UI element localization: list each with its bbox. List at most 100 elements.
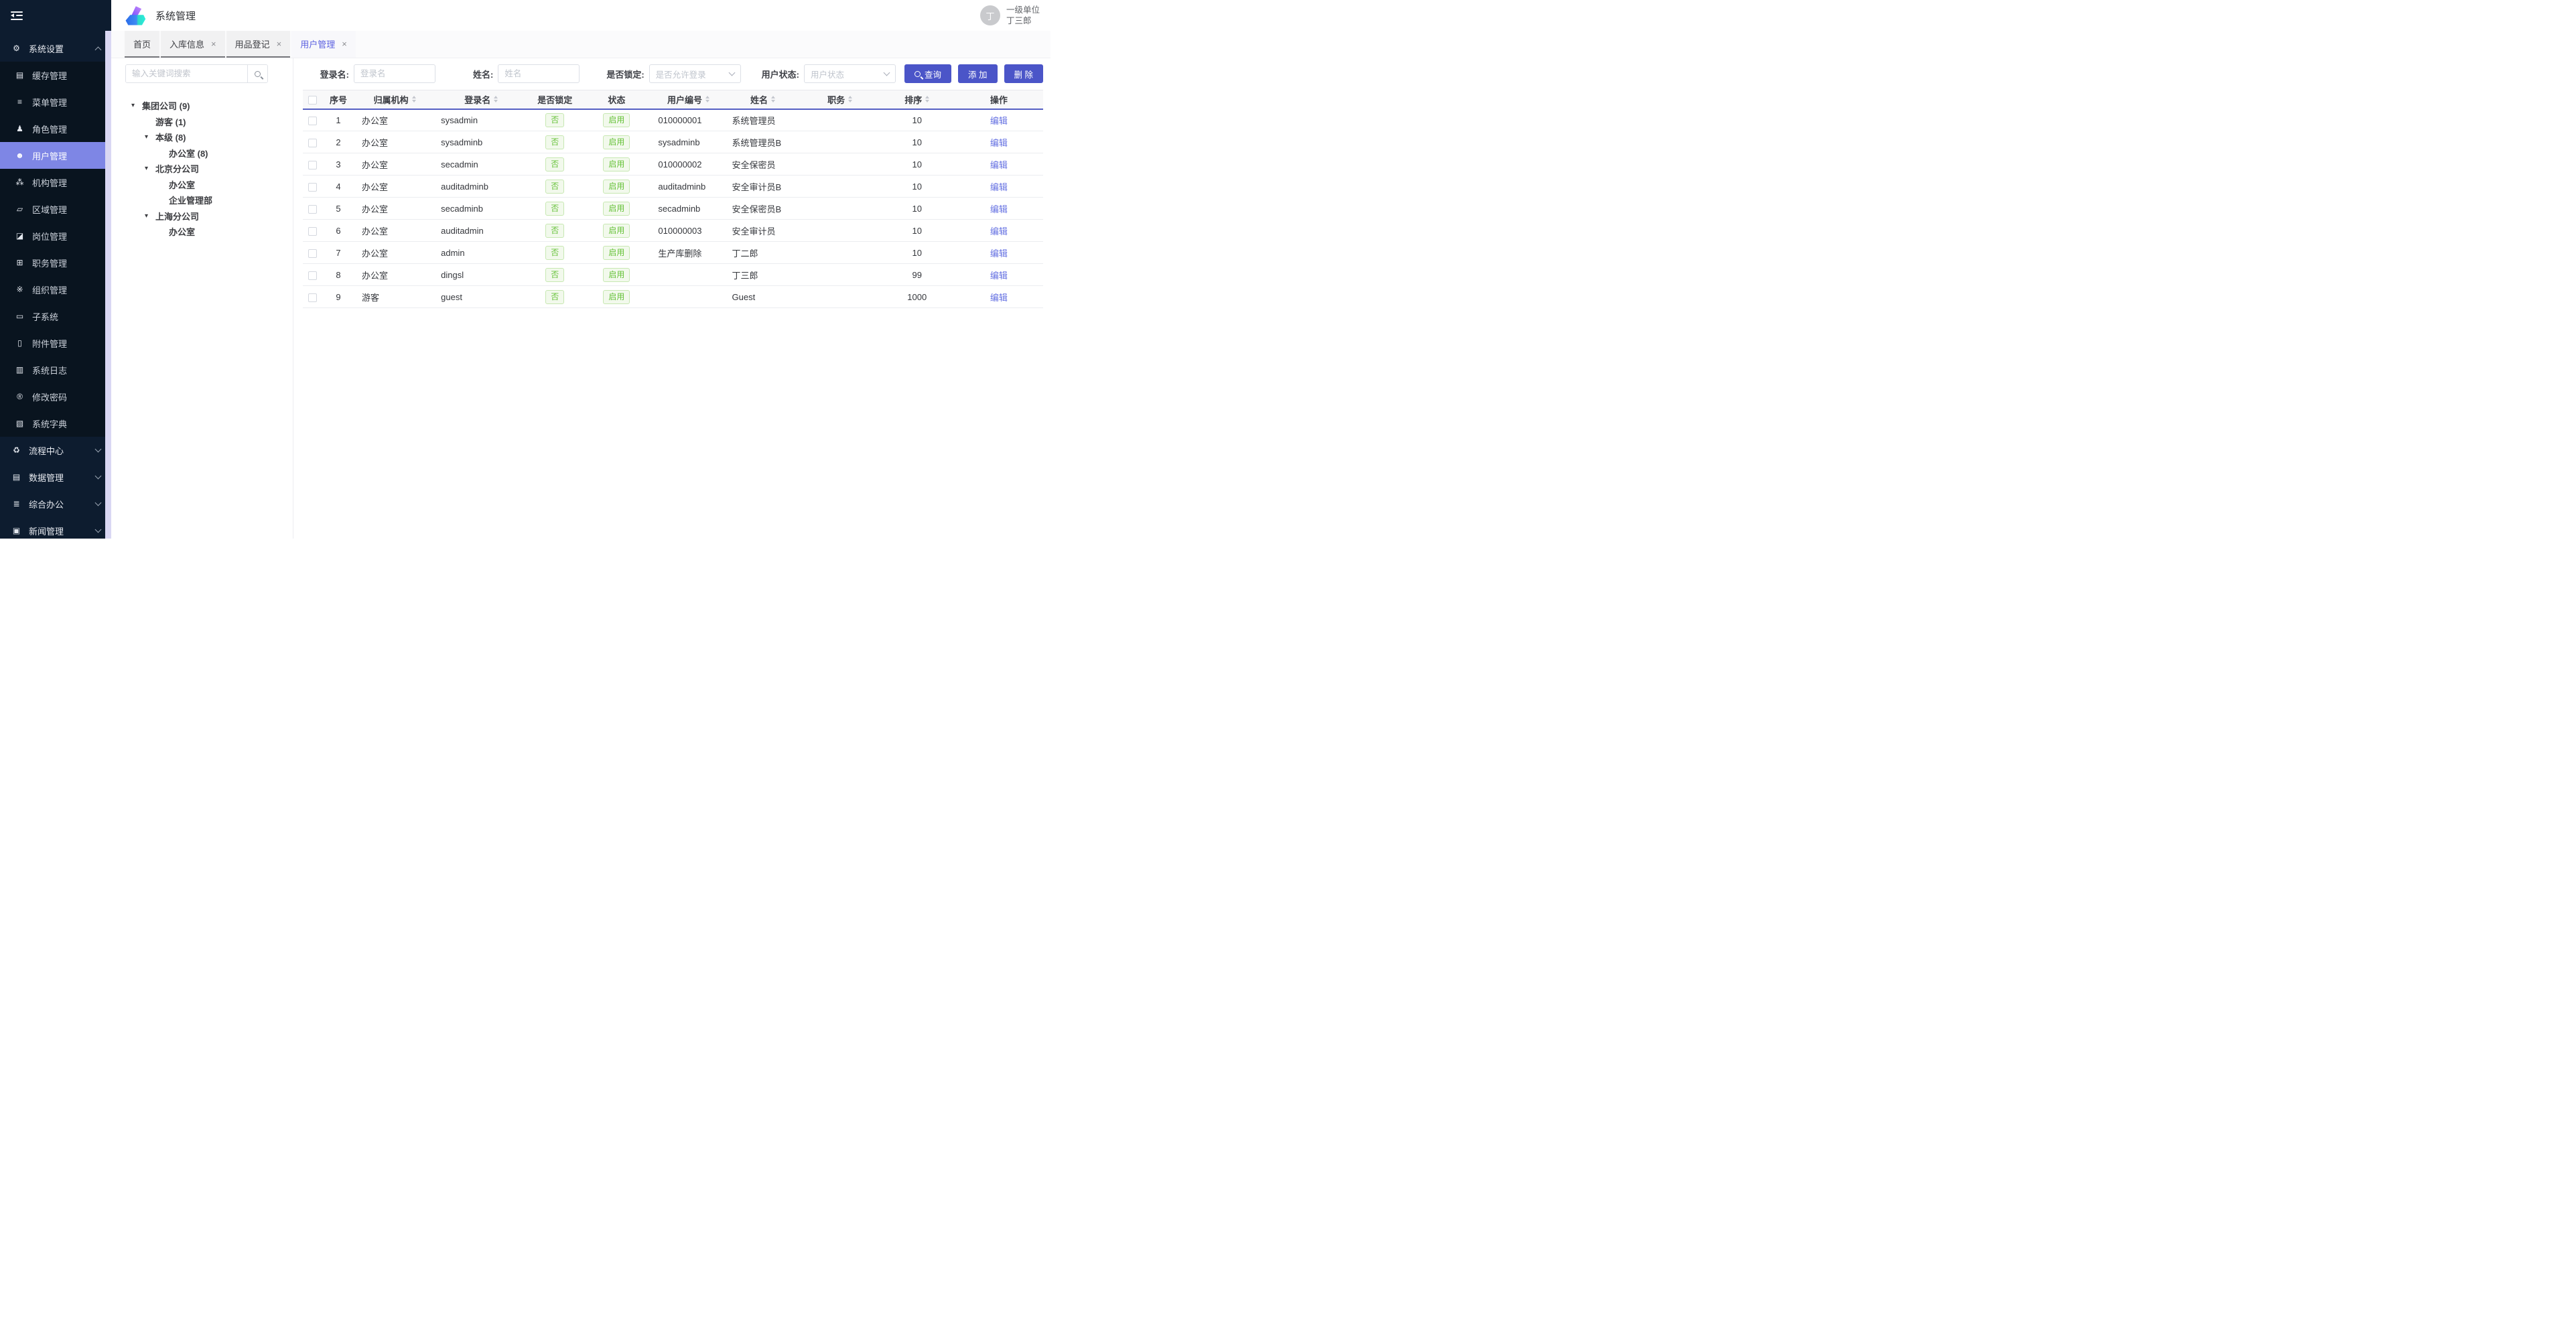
sidebar-item[interactable]: ≣ 综合办公 [0, 490, 111, 517]
sort-icon[interactable] [412, 96, 416, 102]
sidebar-item[interactable]: ▯ 附件管理 [0, 330, 111, 356]
column-header[interactable]: 状态 [582, 90, 651, 109]
tree-node-label: 本级 (8) [155, 131, 186, 143]
row-checkbox[interactable] [308, 183, 317, 192]
column-header[interactable]: 是否锁定 [528, 90, 582, 109]
avatar[interactable]: 丁 [980, 5, 1000, 25]
column-header[interactable]: 职务 [801, 90, 880, 109]
cell-name: 系统管理员B [726, 131, 801, 153]
close-icon[interactable] [277, 40, 282, 48]
tree-node[interactable]: 办公室 (8) [125, 145, 293, 161]
search-button[interactable]: 查询 [904, 64, 951, 83]
login-filter-input[interactable] [354, 64, 435, 83]
caret-icon: ▾ [145, 212, 155, 220]
edit-link[interactable]: 编辑 [990, 204, 1008, 214]
page-title: 系统管理 [155, 9, 196, 23]
status-select[interactable]: 用户状态 [804, 64, 896, 83]
close-icon[interactable] [211, 40, 216, 48]
sidebar-item[interactable]: ▭ 子系统 [0, 303, 111, 330]
sidebar-item[interactable]: ▥ 系统日志 [0, 356, 111, 383]
tree-search-input[interactable] [126, 65, 247, 82]
edit-link[interactable]: 编辑 [990, 160, 1008, 170]
edit-link[interactable]: 编辑 [990, 249, 1008, 259]
sidebar-item[interactable]: ® 修改密码 [0, 383, 111, 410]
column-header[interactable]: 姓名 [726, 90, 801, 109]
tree-node[interactable]: ▾ 本级 (8) [125, 129, 293, 145]
column-header[interactable] [303, 90, 322, 109]
sidebar-item-label: 岗位管理 [32, 230, 102, 242]
edit-link[interactable]: 编辑 [990, 293, 1008, 303]
row-checkbox[interactable] [308, 161, 317, 169]
column-header[interactable]: 用户编号 [651, 90, 725, 109]
sort-icon[interactable] [705, 96, 709, 102]
row-checkbox[interactable] [308, 227, 317, 236]
row-checkbox[interactable] [308, 271, 317, 280]
sidebar-item[interactable]: ◪ 岗位管理 [0, 222, 111, 249]
caret-icon: ▾ [145, 133, 155, 141]
sidebar-item[interactable]: ▧ 系统字典 [0, 410, 111, 437]
edit-link[interactable]: 编辑 [990, 226, 1008, 236]
sidebar-item[interactable]: ⁂ 机构管理 [0, 169, 111, 196]
sidebar-item[interactable]: ☻ 用户管理 [0, 142, 111, 169]
sort-icon[interactable] [848, 96, 852, 102]
row-checkbox[interactable] [308, 205, 317, 214]
edit-link[interactable]: 编辑 [990, 182, 1008, 192]
status-select-placeholder: 用户状态 [811, 68, 844, 80]
menu-icon: ▤ [11, 472, 22, 482]
tab[interactable]: 用品登记 [226, 31, 291, 58]
sidebar-item[interactable]: ♟ 角色管理 [0, 115, 111, 142]
tree-node[interactable]: 办公室 [125, 224, 293, 240]
close-icon[interactable] [342, 40, 347, 48]
sidebar-item[interactable]: ⊞ 职务管理 [0, 249, 111, 276]
add-button[interactable]: 添 加 [958, 64, 997, 83]
tree-node[interactable]: 游客 (1) [125, 114, 293, 130]
org-tree-panel: ▾ 集团公司 (9) 游客 (1) ▾ 本级 (8) 办公室 (8) [111, 58, 293, 539]
sidebar-item[interactable]: ▤ 数据管理 [0, 464, 111, 490]
edit-link[interactable]: 编辑 [990, 138, 1008, 148]
delete-button[interactable]: 删 除 [1004, 64, 1043, 83]
menu-fold-icon[interactable] [11, 11, 23, 20]
tree-node[interactable]: 企业管理部 [125, 192, 293, 208]
caret-icon: ▾ [145, 165, 155, 172]
sidebar-item-label: 缓存管理 [32, 69, 102, 82]
edit-link[interactable]: 编辑 [990, 116, 1008, 126]
sidebar-item[interactable]: ▤ 缓存管理 [0, 62, 111, 88]
tab[interactable]: 首页 [125, 31, 159, 58]
column-header[interactable]: 操作 [955, 90, 1043, 109]
sidebar-item[interactable]: ♻ 流程中心 [0, 437, 111, 464]
sidebar-item[interactable]: ※ 组织管理 [0, 276, 111, 303]
row-checkbox[interactable] [308, 293, 317, 302]
sidebar-item[interactable]: ▣ 新闻管理 [0, 517, 111, 544]
locked-badge: 否 [545, 246, 564, 260]
row-checkbox[interactable] [308, 249, 317, 258]
sidebar-item[interactable]: ▱ 区域管理 [0, 196, 111, 222]
tab[interactable]: 入库信息 [161, 31, 225, 58]
sort-icon[interactable] [925, 96, 929, 102]
name-filter-input[interactable] [498, 64, 580, 83]
status-badge: 启用 [603, 202, 630, 216]
column-header[interactable]: 排序 [880, 90, 955, 109]
tab[interactable]: 用户管理 [291, 31, 356, 58]
sidebar-item[interactable]: ⚙ 系统设置 [0, 35, 111, 62]
tree-node[interactable]: 办公室 [125, 177, 293, 193]
sidebar-scrollbar[interactable] [105, 31, 111, 539]
tree-search-button[interactable] [247, 65, 267, 82]
edit-link[interactable]: 编辑 [990, 271, 1008, 281]
tree-node[interactable]: ▾ 上海分公司 [125, 208, 293, 224]
locked-select[interactable]: 是否允许登录 [649, 64, 741, 83]
column-header[interactable]: 登录名 [434, 90, 528, 109]
column-header[interactable]: 序号 [322, 90, 355, 109]
tree-node[interactable]: ▾ 集团公司 (9) [125, 98, 293, 114]
sort-icon[interactable] [494, 96, 498, 102]
cell-duty [801, 220, 880, 242]
row-checkbox[interactable] [308, 117, 317, 125]
sidebar-item[interactable]: ≡ 菜单管理 [0, 88, 111, 115]
select-all-checkbox[interactable] [308, 96, 317, 105]
column-label: 姓名 [750, 93, 768, 106]
sort-icon[interactable] [771, 96, 775, 102]
row-checkbox[interactable] [308, 139, 317, 147]
column-header[interactable]: 归属机构 [355, 90, 434, 109]
cell-login: guest [434, 286, 528, 308]
user-info[interactable]: 一级单位 丁三郎 [1006, 5, 1040, 26]
tree-node[interactable]: ▾ 北京分公司 [125, 161, 293, 177]
